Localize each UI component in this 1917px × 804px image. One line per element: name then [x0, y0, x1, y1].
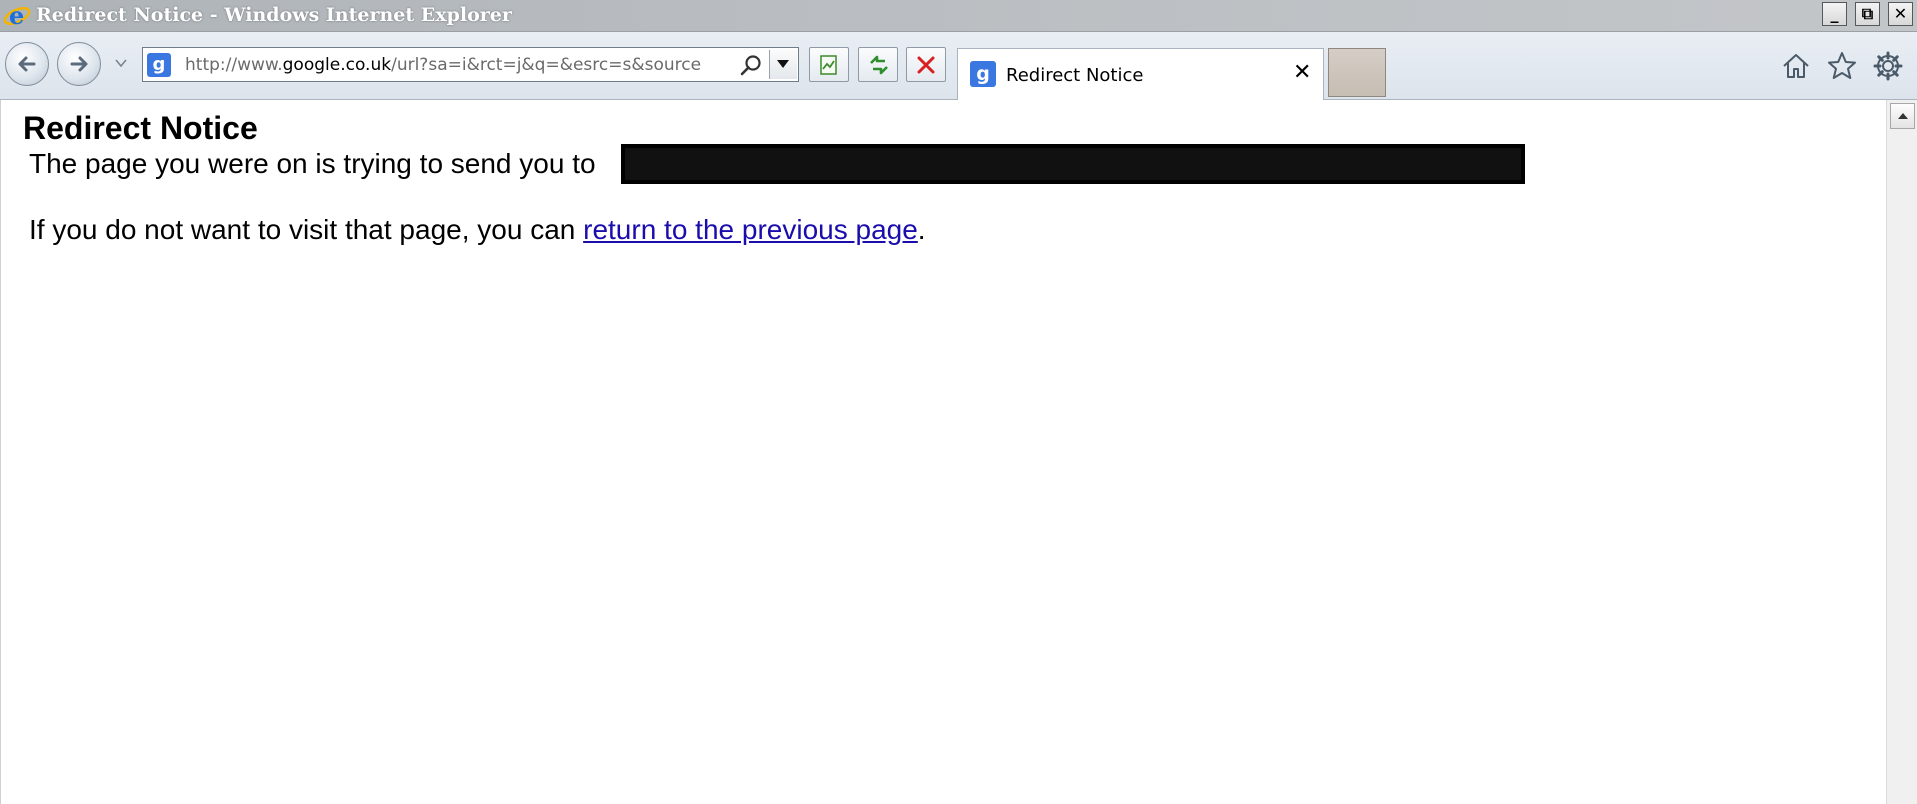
scroll-up-arrow-icon	[1898, 113, 1908, 119]
url-scheme: http://www.	[185, 55, 283, 75]
url-path: /url?sa=i&rct=j&q=&esrc=s&source	[391, 55, 702, 75]
navigation-bar: g http://www.google.co.uk/url?sa=i&rct=j…	[0, 32, 1917, 100]
chevron-down-icon	[777, 60, 789, 68]
close-tab-icon[interactable]: ✕	[1293, 62, 1311, 84]
home-icon[interactable]	[1780, 50, 1812, 82]
maximize-button[interactable]: ⧉	[1855, 2, 1880, 26]
return-to-previous-page-link[interactable]: return to the previous page	[583, 214, 918, 245]
page-content: Redirect Notice The page you were on is …	[0, 100, 1887, 804]
back-button[interactable]	[5, 42, 49, 86]
scroll-up-button[interactable]	[1890, 103, 1915, 129]
forward-arrow-icon	[70, 56, 88, 72]
address-bar[interactable]: g http://www.google.co.uk/url?sa=i&rct=j…	[142, 47, 799, 82]
window-title: Redirect Notice - Windows Internet Explo…	[36, 4, 512, 26]
svg-text:e: e	[9, 2, 24, 29]
page-title: Redirect Notice	[23, 110, 258, 146]
compatibility-view-button[interactable]	[809, 47, 849, 82]
redacted-destination-link[interactable]	[621, 144, 1525, 184]
return-message-prefix: If you do not want to visit that page, y…	[29, 214, 584, 245]
gear-icon[interactable]	[1872, 50, 1904, 82]
address-dropdown-button[interactable]	[769, 50, 797, 79]
tab-redirect-notice[interactable]: g Redirect Notice ✕	[957, 48, 1324, 100]
redirect-message-text: The page you were on is trying to send y…	[29, 148, 596, 179]
redirect-message: The page you were on is trying to send y…	[29, 148, 596, 180]
back-arrow-icon	[18, 56, 36, 72]
return-message-suffix: .	[917, 214, 926, 245]
vertical-scrollbar[interactable]	[1886, 100, 1917, 804]
close-window-button[interactable]: ✕	[1888, 2, 1913, 26]
stop-icon	[917, 56, 935, 74]
address-url[interactable]: http://www.google.co.uk/url?sa=i&rct=j&q…	[185, 55, 730, 77]
refresh-icon	[870, 55, 888, 75]
title-bar: e Redirect Notice - Windows Internet Exp…	[0, 0, 1917, 32]
google-favicon-icon: g	[970, 61, 996, 87]
return-message: If you do not want to visit that page, y…	[29, 214, 926, 246]
new-tab-button[interactable]	[1328, 48, 1386, 97]
refresh-button[interactable]	[858, 47, 898, 82]
compatibility-view-icon	[820, 55, 837, 75]
star-icon[interactable]	[1826, 50, 1858, 82]
search-icon[interactable]	[738, 53, 764, 79]
google-favicon-icon: g	[147, 53, 171, 77]
internet-explorer-logo-icon: e	[3, 2, 31, 29]
url-host: google.co.uk	[282, 55, 392, 75]
stop-button[interactable]	[906, 47, 946, 82]
minimize-button[interactable]: _	[1822, 2, 1847, 26]
recent-pages-dropdown-icon[interactable]	[114, 56, 128, 70]
tab-label: Redirect Notice	[1006, 65, 1144, 86]
forward-button[interactable]	[57, 42, 101, 86]
